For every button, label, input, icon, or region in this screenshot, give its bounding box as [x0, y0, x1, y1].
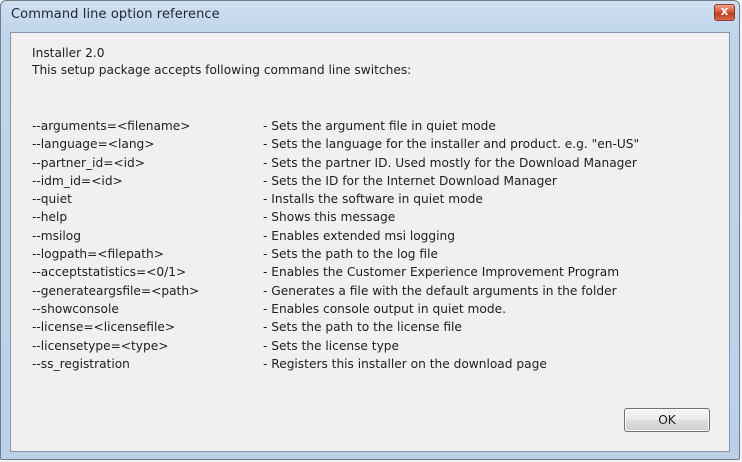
switch-name: --quiet [32, 192, 72, 207]
switch-description: - Sets the argument file in quiet mode [263, 119, 496, 133]
close-icon: x [720, 4, 729, 18]
switch-description: - Generates a file with the default argu… [263, 283, 617, 298]
switch-description: - Enables the Customer Experience Improv… [263, 265, 620, 280]
dialog-body: Installer 2.0 This setup package accepts… [10, 32, 730, 452]
switch-description: - Sets the ID for the Internet Download … [263, 173, 557, 188]
ok-button[interactable]: OK [624, 408, 710, 432]
switch-name: --msilog [32, 228, 81, 243]
switch-description: - Sets the path to the license file [263, 320, 462, 335]
window-title: Command line option reference [11, 7, 220, 22]
product-version-label: Installer 2.0 [32, 46, 105, 60]
switch-description: - Sets the partner ID. Used mostly for t… [263, 155, 637, 170]
switch-description: - Sets the path to the log file [263, 247, 438, 262]
title-bar[interactable]: Command line option reference x [1, 1, 739, 31]
switch-description: - Sets the license type [263, 338, 400, 353]
switch-name: --language=<lang> [32, 137, 155, 152]
switch-description: - Shows this message [263, 210, 396, 225]
ok-button-label: OK [658, 413, 676, 427]
switch-description: - Enables console output in quiet mode. [263, 301, 506, 316]
switch-name: --ss_registration [32, 356, 130, 371]
switch-description: - Installs the software in quiet mode [263, 192, 483, 207]
switch-name: --acceptstatistics=<0/1> [32, 265, 187, 280]
close-button[interactable]: x [714, 4, 735, 21]
switch-description: - Enables extended msi logging [263, 228, 455, 243]
switch-name: --partner_id=<id> [32, 155, 145, 170]
switch-name: --license=<licensefile> [32, 320, 176, 335]
switch-name: --licensetype=<type> [32, 338, 169, 353]
switch-name: --arguments=<filename> [32, 119, 191, 133]
switch-description: - Sets the language for the installer an… [263, 137, 640, 152]
switch-name: --generateargsfile=<path> [32, 283, 200, 298]
header-text: Installer 2.0 This setup package accepts… [32, 45, 411, 79]
dialog-window: Command line option reference x Installe… [0, 0, 740, 460]
switch-name: --idm_id=<id> [32, 173, 123, 188]
switch-name: --logpath=<filepath> [32, 247, 164, 262]
switch-description: - Registers this installer on the downlo… [263, 356, 547, 371]
switch-name: --help [32, 210, 68, 225]
intro-text: This setup package accepts following com… [32, 63, 412, 77]
switch-name: --showconsole [32, 301, 119, 316]
